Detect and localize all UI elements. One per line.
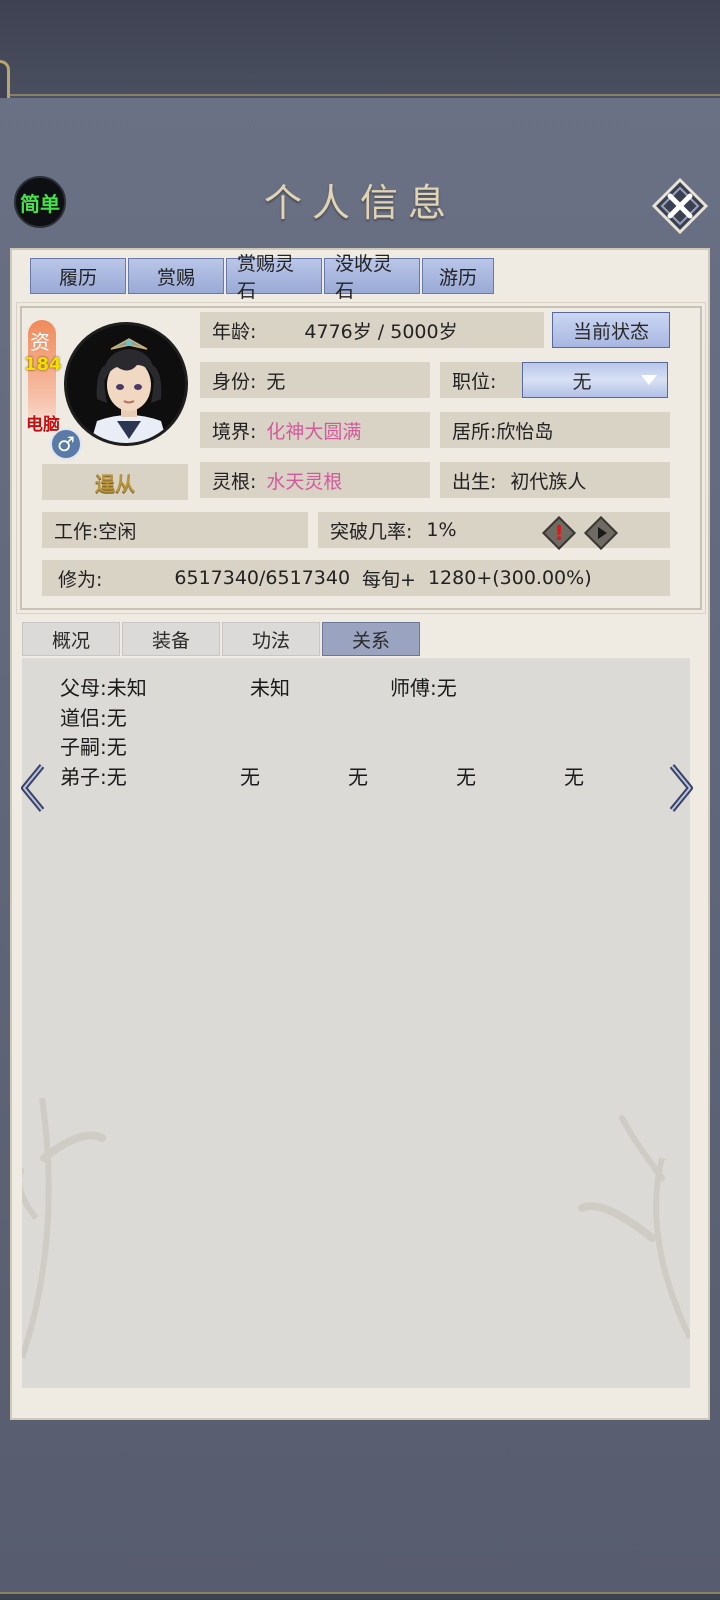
parents-row: 父母:未知	[60, 672, 147, 701]
aptitude-value: 184	[24, 354, 62, 375]
partner-row: 道侣:无	[60, 702, 127, 731]
age-value: 4776岁 / 5000岁	[304, 320, 458, 343]
master-row: 师傅:无	[390, 672, 457, 701]
per-period-value: 1280+(300.00%)	[427, 567, 592, 589]
master-label: 师傅:	[390, 676, 437, 700]
play-icon	[598, 527, 607, 539]
parents-label: 父母:	[60, 676, 107, 700]
portrait-image	[67, 325, 185, 443]
children-label: 子嗣:	[60, 735, 107, 759]
spirit-root-label: 灵根:	[212, 470, 257, 493]
tab-reward[interactable]: 赏赐	[128, 258, 224, 294]
per-period-label: 每旬+	[362, 568, 416, 591]
prev-page-button[interactable]	[18, 762, 48, 814]
bottom-bar	[0, 1592, 720, 1600]
chevron-down-icon	[641, 375, 657, 385]
age-row: 年龄: 4776岁 / 5000岁	[200, 312, 544, 348]
breakthrough-value: 1%	[426, 519, 457, 541]
tab-confiscate-stones[interactable]: 没收灵石	[324, 253, 420, 302]
disciples-row: 弟子:无	[60, 761, 127, 790]
cultivation-value: 6517340/6517340	[174, 567, 351, 589]
partner-value[interactable]: 无	[107, 706, 127, 730]
breakthrough-alert-button[interactable]: !	[542, 516, 576, 550]
disciple-2[interactable]: 无	[240, 761, 260, 790]
page-title: 个人信息	[263, 181, 456, 225]
info-card: 履历 赏赐 赏赐灵石 没收灵石 游历 资 184 电脑 ♂ 逞从 年龄: 477…	[10, 248, 710, 1420]
children-row: 子嗣:无	[60, 731, 127, 760]
close-button[interactable]	[651, 177, 709, 235]
parent-2[interactable]: 未知	[250, 672, 290, 701]
residence-value: 欣怡岛	[496, 420, 554, 443]
residence-label: 居所:	[452, 420, 497, 443]
disciples-label: 弟子:	[60, 765, 107, 789]
top-bar	[0, 0, 720, 96]
tab-relations[interactable]: 关系	[322, 622, 420, 656]
breakthrough-label: 突破几率:	[330, 520, 413, 543]
work-label: 工作:	[54, 520, 99, 543]
avatar[interactable]	[64, 322, 188, 446]
disciple-4[interactable]: 无	[456, 761, 476, 790]
identity-row: 身份: 无	[200, 362, 430, 398]
close-icon	[651, 177, 709, 235]
birth-label: 出生:	[452, 470, 497, 493]
disciple-1[interactable]: 无	[107, 765, 127, 789]
cultivation-row: 修为: 6517340/6517340 每旬+ 1280+(300.00%)	[42, 560, 670, 596]
work-value: 空闲	[98, 520, 137, 543]
detail-tabs: 概况 装备 功法 关系	[22, 622, 420, 656]
avatar-section: 资 184 电脑 ♂ 逞从	[22, 308, 202, 508]
tab-overview[interactable]: 概况	[22, 622, 120, 656]
top-tabs: 履历 赏赐 赏赐灵石 没收灵石 游历	[30, 253, 494, 302]
current-status-button[interactable]: 当前状态	[552, 312, 670, 348]
position-dropdown[interactable]: 无	[522, 362, 668, 398]
work-row: 工作: 空闲	[42, 512, 308, 548]
parent-1[interactable]: 未知	[107, 676, 147, 700]
disciple-3[interactable]: 无	[348, 761, 368, 790]
residence-row: 居所: 欣怡岛	[440, 412, 670, 448]
aptitude-label: 资	[30, 330, 50, 354]
spirit-root-row: 灵根: 水天灵根	[200, 462, 430, 498]
position-row: 职位:	[440, 362, 524, 398]
position-value: 无	[572, 370, 592, 393]
disciple-5[interactable]: 无	[564, 761, 584, 790]
tab-techniques[interactable]: 功法	[222, 622, 320, 656]
birth-value: 初代族人	[510, 470, 587, 493]
realm-label: 境界:	[212, 420, 257, 443]
spirit-root-value: 水天灵根	[266, 470, 343, 493]
info-frame: 资 184 电脑 ♂ 逞从 年龄: 4776岁 / 5000岁 当前状态 身份:…	[16, 302, 706, 614]
next-page-button[interactable]	[666, 762, 696, 814]
position-label: 职位:	[452, 370, 497, 393]
tab-reward-stones[interactable]: 赏赐灵石	[226, 253, 322, 302]
breakthrough-row: 突破几率: 1%	[318, 512, 670, 548]
tab-history[interactable]: 履历	[30, 258, 126, 294]
birth-row: 出生: 初代族人	[440, 462, 670, 498]
chevron-left-icon	[21, 764, 45, 812]
age-label: 年龄:	[212, 320, 257, 343]
breakthrough-play-button[interactable]	[584, 516, 618, 550]
alert-icon: !	[554, 521, 564, 545]
identity-value: 无	[266, 370, 286, 393]
tab-travel[interactable]: 游历	[422, 258, 494, 294]
cultivation-label: 修为:	[58, 568, 103, 591]
bamboo-watermark	[22, 1097, 690, 1359]
follow-button[interactable]: 逞从	[42, 464, 188, 500]
partner-label: 道侣:	[60, 706, 107, 730]
identity-label: 身份:	[212, 370, 257, 393]
children-value[interactable]: 无	[107, 735, 127, 759]
male-gender-icon: ♂	[50, 428, 82, 460]
realm-row: 境界: 化神大圆满	[200, 412, 430, 448]
master-value[interactable]: 无	[437, 676, 457, 700]
chevron-right-icon	[669, 764, 693, 812]
relations-panel: 父母:未知 未知 师傅:无 道侣:无 子嗣:无 弟子:无 无 无 无 无	[22, 658, 690, 1388]
tab-equipment[interactable]: 装备	[122, 622, 220, 656]
realm-value: 化神大圆满	[266, 420, 362, 443]
